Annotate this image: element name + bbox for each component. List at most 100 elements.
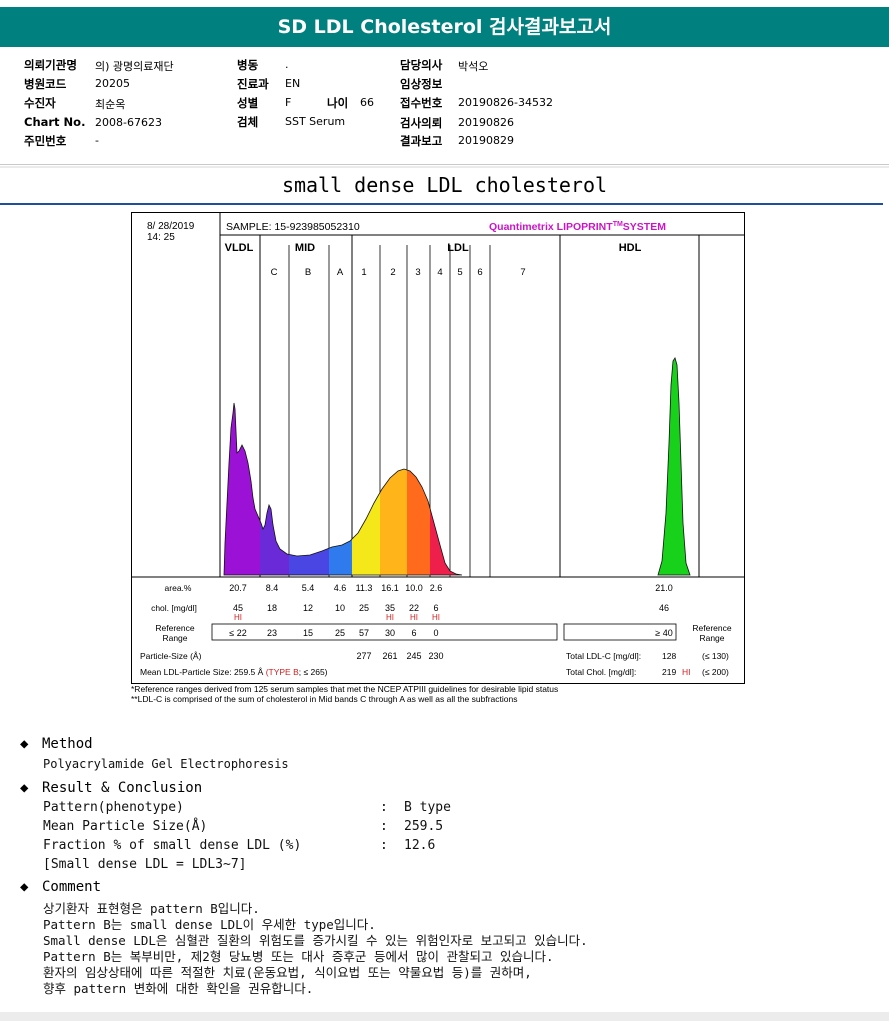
patient-info: 의뢰기관명 의) 광명의료재단 병원코드 20205 수진자 최순옥 Chart…: [0, 0, 889, 160]
band-label-7: 7: [520, 267, 525, 278]
result-value-size: 259.5: [404, 819, 444, 834]
group-label-mid: MID: [295, 242, 315, 254]
hi-flag: HI: [234, 613, 242, 622]
hi-flag: HI: [432, 613, 440, 622]
label-specimen: 검체: [237, 115, 259, 129]
band-label-3: 3: [415, 267, 420, 278]
band-fill-hdl: [632, 358, 690, 575]
lipoprint-chart: 8/ 28/2019 14: 25 SAMPLE: 15-92398505231…: [132, 213, 744, 677]
group-label-vldl: VLDL: [225, 242, 254, 254]
band-fill-ldl-1: [352, 358, 380, 575]
area-value: 5.4: [302, 583, 315, 593]
diamond-icon: ◆: [20, 780, 29, 796]
method-heading: ◆ Method: [20, 736, 93, 752]
value-patient-name: 최순옥: [95, 98, 126, 111]
chol-value: 45: [233, 603, 243, 613]
value-test-request: 20190826: [458, 116, 514, 129]
total-chol-label: Total Chol. [mg/dl]:: [566, 667, 636, 677]
band-fill-mid-a: [329, 358, 352, 575]
band-fill-ldl-3: [407, 358, 430, 575]
comment-line: 향후 pattern 변화에 대한 확인을 권유합니다.: [43, 981, 314, 996]
result-heading-text: Result & Conclusion: [42, 780, 203, 796]
section-subtitle: small dense LDL cholesterol: [281, 173, 608, 197]
chol-value: 46: [659, 603, 669, 613]
label-chart-no: Chart No.: [24, 115, 86, 129]
group-label-ldl: LDL: [447, 242, 469, 254]
area-value: 16.1: [381, 583, 399, 593]
divider-shadow: [0, 166, 889, 168]
area-value: 20.7: [229, 583, 247, 593]
value-requesting-institution: 의) 광명의료재단: [95, 60, 174, 73]
chol-value: 35: [385, 603, 395, 613]
particle-size-value: 230: [428, 651, 443, 661]
label-receipt-number: 접수번호: [400, 96, 443, 110]
value-physician: 박석오: [458, 60, 489, 73]
label-result-report: 결과보고: [400, 134, 443, 148]
band-label-4: 4: [437, 267, 442, 278]
chol-value: 18: [267, 603, 277, 613]
area-value: 8.4: [266, 583, 279, 593]
label-age: 나이: [327, 96, 349, 110]
total-ldl-value: 128: [662, 651, 676, 661]
value-hospital-code: 20205: [95, 77, 130, 90]
figure-date: 8/ 28/2019: [147, 221, 195, 232]
result-label-size: Mean Particle Size(Å): [43, 819, 208, 834]
ref-value: 15: [303, 628, 313, 638]
row-label-ref: Reference: [155, 623, 194, 633]
method-text: Polyacrylamide Gel Electrophoresis: [43, 757, 289, 771]
ref-value: ≥ 40: [655, 628, 672, 638]
band-fill-vldl: [224, 358, 260, 575]
band-label-1: 1: [361, 267, 366, 278]
footnote-2: **LDL-C is comprised of the sum of chole…: [131, 694, 518, 704]
band-label-5: 5: [457, 267, 462, 278]
hi-flag: HI: [386, 613, 394, 622]
band-fill-ldl-4: [430, 358, 472, 575]
method-heading-text: Method: [42, 736, 93, 752]
result-label-pattern: Pattern(phenotype): [43, 800, 184, 815]
band-label-a: A: [337, 267, 344, 278]
ref-value: 57: [359, 628, 369, 638]
group-label-hdl: HDL: [619, 242, 642, 254]
label-resident-number: 주민번호: [24, 134, 67, 148]
result-colon: :: [380, 838, 388, 853]
footnote-1: *Reference ranges derived from 125 serum…: [131, 684, 559, 694]
label-patient-name: 수진자: [24, 96, 56, 110]
label-test-request: 검사의뢰: [400, 116, 443, 130]
result-colon: :: [380, 800, 388, 815]
band-fill-mid-c: [260, 358, 289, 575]
ref-value: 0: [433, 628, 438, 638]
ref-value: 30: [385, 628, 395, 638]
label-physician: 담당의사: [400, 58, 443, 72]
label-hospital-code: 병원코드: [24, 77, 67, 91]
band-label-6: 6: [477, 267, 482, 278]
chol-value: 10: [335, 603, 345, 613]
value-chart-no: 2008-67623: [95, 116, 162, 129]
label-requesting-institution: 의뢰기관명: [24, 58, 77, 72]
total-ldl-limit: (≤ 130): [702, 651, 729, 661]
comment-heading: ◆ Comment: [20, 879, 101, 895]
band-fill-ldl-2: [380, 358, 407, 575]
lipoprint-figure: 8/ 28/2019 14: 25 SAMPLE: 15-92398505231…: [131, 212, 745, 684]
report-page: SD LDL Cholesterol 검사결과보고서 의뢰기관명 의) 광명의료…: [0, 0, 889, 1012]
ref-value: ≤ 22: [229, 628, 246, 638]
hi-flag: HI: [410, 613, 418, 622]
ref-value: 23: [267, 628, 277, 638]
label-ward: 병동: [237, 58, 259, 72]
band-label-c: C: [271, 267, 278, 278]
result-colon: :: [380, 819, 388, 834]
label-department: 진료과: [237, 77, 269, 91]
band-fills: [224, 358, 690, 575]
total-chol-value: 219: [662, 667, 676, 677]
divider: [0, 164, 889, 165]
row-label-area: area.%: [165, 583, 192, 593]
row-label-range: Range: [162, 633, 187, 643]
value-age: 66: [360, 96, 374, 109]
diamond-icon: ◆: [20, 879, 29, 895]
results-table: area.%chol. [mg/dl]ReferenceRangeReferen…: [140, 583, 732, 677]
band-dividers: [259, 235, 491, 577]
ref-value: 6: [411, 628, 416, 638]
subtitle-underline: [0, 203, 883, 205]
curve-outline: [223, 357, 691, 576]
chol-value: 6: [433, 603, 438, 613]
area-value: 4.6: [334, 583, 347, 593]
